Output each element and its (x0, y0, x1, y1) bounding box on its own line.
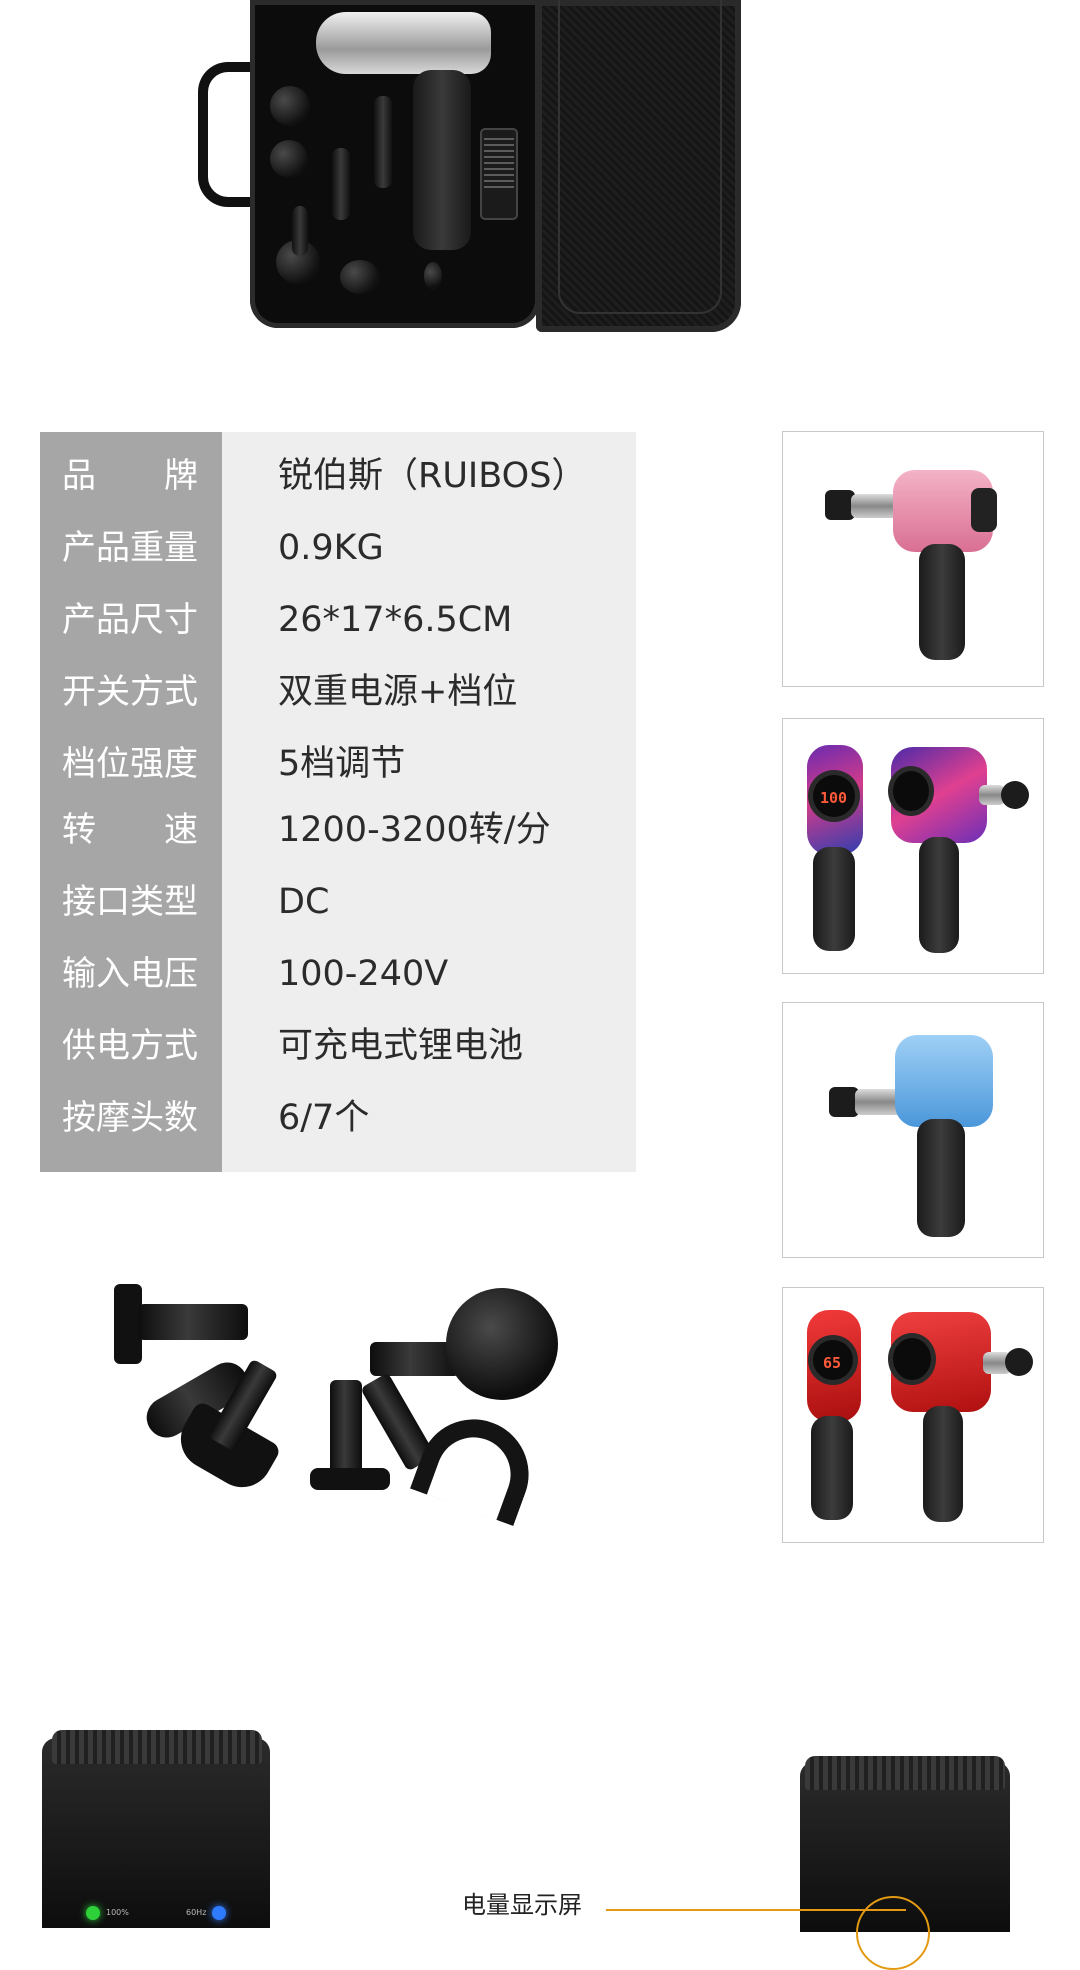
spec-value: 0.9KG (278, 528, 384, 568)
gun-tip (1005, 1348, 1033, 1376)
battery-led-label: 100% (106, 1908, 129, 1917)
gun-neck (851, 494, 899, 518)
small-attachment (424, 262, 442, 290)
battery-display-callout: 电量显示屏 (462, 1891, 582, 1919)
massage-gun-handle (413, 70, 471, 250)
cone-head-shaft (330, 1380, 362, 1476)
spec-row-heads: 按摩头数 6/7个 (40, 1088, 636, 1148)
fork-head-attachment (292, 206, 308, 256)
cone-head-attachment (374, 96, 392, 188)
flat-head-attachment (270, 86, 310, 126)
case-mesh-pocket (558, 0, 722, 314)
product-thumb-galaxy[interactable]: 100 (782, 718, 1044, 974)
callout-line (606, 1909, 906, 1911)
charger-label (484, 138, 514, 188)
cone-head-base (310, 1468, 390, 1490)
spec-value: 1200-3200转/分 (278, 810, 551, 850)
product-thumb-red[interactable]: 65 (782, 1287, 1044, 1543)
spec-value: 26*17*6.5CM (278, 600, 513, 640)
gun-grip-side (923, 1406, 963, 1522)
gun-grip (813, 847, 855, 951)
display-digits: 100 (820, 789, 848, 807)
spiked-head-attachment (270, 140, 308, 178)
frequency-led-label: 60Hz (186, 1908, 207, 1917)
spec-row-speed: 转 速 1200-3200转/分 (40, 800, 636, 860)
display-screen-side (893, 1338, 931, 1380)
device-right-grille (805, 1756, 1005, 1790)
spec-label: 供电方式 (62, 1026, 198, 1066)
spec-label: 接口类型 (62, 882, 198, 922)
ball-head (446, 1288, 558, 1400)
spec-label: 转 速 (62, 810, 198, 850)
spec-row-weight: 产品重量 0.9KG (40, 518, 636, 578)
spec-row-power: 供电方式 可充电式锂电池 (40, 1016, 636, 1076)
display-digits: 65 (823, 1354, 842, 1372)
gun-tip (1001, 781, 1029, 809)
gun-body (895, 1035, 993, 1127)
spec-row-interface: 接口类型 DC (40, 872, 636, 932)
spec-label: 开关方式 (62, 672, 198, 712)
device-left-grille (52, 1730, 262, 1764)
spec-row-size: 产品尺寸 26*17*6.5CM (40, 590, 636, 650)
spec-value: 6/7个 (278, 1098, 370, 1138)
spec-label: 品 牌 (62, 456, 198, 496)
product-thumb-pink[interactable] (782, 431, 1044, 687)
spec-row-brand: 品 牌 锐伯斯（RUIBOS） (40, 446, 636, 506)
spec-value: 100-240V (278, 954, 449, 994)
callout-circle (856, 1896, 930, 1970)
spec-label: 按摩头数 (62, 1098, 198, 1138)
frequency-led (212, 1906, 226, 1920)
bullet-head-attachment (332, 148, 350, 220)
spec-row-voltage: 输入电压 100-240V (40, 944, 636, 1004)
spec-label: 档位强度 (62, 744, 198, 784)
fork-head (409, 1403, 545, 1527)
spiked-head-shaft (138, 1304, 248, 1340)
battery-led (86, 1906, 100, 1920)
gun-grip (917, 1119, 965, 1237)
gun-grip (919, 544, 965, 660)
device-left-view (42, 1738, 270, 1928)
spec-label: 输入电压 (62, 954, 198, 994)
carry-case-image (198, 0, 746, 335)
product-thumb-blue[interactable] (782, 1002, 1044, 1258)
spec-label: 产品重量 (62, 528, 198, 568)
spec-label: 产品尺寸 (62, 600, 198, 640)
spec-value: 双重电源+档位 (278, 672, 518, 712)
massage-heads-image (100, 1270, 620, 1540)
display-screen-side (893, 771, 929, 811)
massage-gun-head (316, 12, 491, 74)
spec-value: DC (278, 882, 330, 922)
spec-row-switch: 开关方式 双重电源+档位 (40, 662, 636, 722)
cushion-head-attachment (340, 260, 380, 294)
gun-back-panel (971, 488, 997, 532)
case-handle (198, 62, 256, 207)
spec-value: 锐伯斯（RUIBOS） (278, 456, 587, 496)
gun-grip-side (919, 837, 959, 953)
spec-value: 可充电式锂电池 (278, 1026, 524, 1066)
spec-value: 5档调节 (278, 744, 406, 784)
spec-row-intensity: 档位强度 5档调节 (40, 734, 636, 794)
gun-grip (811, 1416, 853, 1520)
